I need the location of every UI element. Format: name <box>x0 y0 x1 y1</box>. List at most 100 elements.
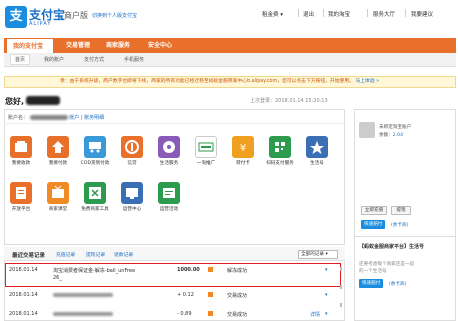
notice-text: 亲：由于系统升级，商户数字台即将下线，商家的所有功能已经迁移至蚂蚁金服商家中心b… <box>60 79 354 84</box>
divider <box>298 9 299 17</box>
star-shortcut[interactable]: 生活号 <box>302 136 332 166</box>
shortcut-label: 生活服务 <box>159 161 179 166</box>
last-login: 上次登录：2018.01.14 15:20:13 <box>250 98 328 104</box>
insured-badge[interactable]: 快速赔付 <box>361 220 386 229</box>
account-detail-link[interactable]: 账务明细 <box>84 115 104 121</box>
scan-service-icon <box>269 136 291 158</box>
shortcut-label: 免费商家工具 <box>81 207 109 212</box>
subnav-home[interactable]: 首页 <box>10 54 31 65</box>
nav-merchant-service[interactable]: 商家服务 <box>106 38 130 53</box>
balance-value: 2.04 <box>392 133 404 138</box>
yuebao-icon: ¥ <box>232 136 254 158</box>
toplink-suggest[interactable]: 我要建议 <box>411 10 433 18</box>
withdraw-button[interactable]: 提现 <box>391 206 411 215</box>
record-filter-select[interactable]: 全部的记录 ▾ <box>298 250 338 259</box>
app-icons-row-2: 开放平台 商家课堂 免费商家工具 运营中心 运营活动 <box>6 182 342 220</box>
trade-date: 2018.01.14 <box>9 267 38 273</box>
trade-date: 2018.01.14 <box>9 292 38 298</box>
subnav-payment-methods[interactable]: 支付方式 <box>84 56 104 63</box>
ad-title[interactable]: 【蚂蚁金服商家平台】生活号 <box>359 243 424 250</box>
shortcut-label: 信贷 <box>127 161 137 166</box>
trade-desc: 淘宝消费者保证金-解冻-ball_unFree <box>53 268 136 274</box>
tab-withdraw[interactable]: 提现记录 <box>86 251 105 258</box>
insured-badge-2[interactable]: 快速赔付 <box>359 279 384 288</box>
nav-security-center[interactable]: 安全中心 <box>148 38 172 53</box>
svg-text:¥: ¥ <box>240 143 246 154</box>
upgrade-notice: 亲：由于系统升级，商户数字台即将下线，商家的所有功能已经迁移至蚂蚁金服商家中心b… <box>4 76 456 88</box>
shortcut-label: 转付卡 <box>236 161 250 166</box>
transfer-icon <box>47 136 69 158</box>
balance-label: 余额： <box>379 133 393 138</box>
trades-header: 最近交易记录 充值记录 提现记录 退款记录 <box>4 247 345 261</box>
open-platform-shortcut[interactable]: 开放平台 <box>6 182 36 212</box>
ops-center-shortcut[interactable]: 运营中心 <box>117 182 147 212</box>
edition-label: 商户版 <box>64 11 88 20</box>
insured-text-2[interactable]: (余卡商) <box>389 281 406 287</box>
trade-desc-2: 26_ <box>53 275 62 281</box>
avatar <box>359 122 375 138</box>
taobao-promo-shortcut[interactable]: 一淘推广 <box>191 136 221 166</box>
shortcut-label: COD货到付款 <box>80 161 110 166</box>
notice-try-link[interactable]: 马上体验 » <box>355 79 379 84</box>
toplink-fee[interactable]: 租金费 ▾ <box>262 10 283 18</box>
trade-status: 交易成功 <box>227 312 248 318</box>
trade-detail-link[interactable]: 详情 <box>310 311 320 318</box>
insured-text[interactable]: (余卡商) <box>391 222 408 228</box>
scan-service-shortcut[interactable]: 扫码支付服务 <box>265 136 295 166</box>
tab-recharge[interactable]: 充值记录 <box>56 251 75 258</box>
life-service-icon <box>158 136 180 158</box>
app-icons-row-1: 我要收款 我要付款 COD货到付款 信贷 生活服务 一淘推广 ¥ 转付卡 扫码支付服务 生活号 <box>6 136 342 174</box>
ad-panel: 【蚂蚁金服商家平台】生活号 还要考虑每个商家还是一段 的一个生活号 快速赔付 (… <box>354 236 456 321</box>
marketing-shortcut[interactable]: 运营活动 <box>154 182 184 212</box>
balance-recharge-shortcut[interactable]: 我要收款 <box>6 136 36 166</box>
toplink-taobao[interactable]: 我的淘宝 <box>328 10 350 18</box>
shortcut-label: 扫码支付服务 <box>266 161 294 166</box>
recharge-button[interactable]: 立即充值 <box>361 206 387 215</box>
cod-icon <box>84 136 106 158</box>
sub-nav: 首页 我的账户 支付方式 手机服务 <box>4 53 456 67</box>
tv-shortcut[interactable]: 商家课堂 <box>43 182 73 212</box>
toplink-service[interactable]: 服务大厅 <box>373 10 395 18</box>
shortcut-label: 商家课堂 <box>48 207 68 212</box>
transfer-shortcut[interactable]: 我要付款 <box>43 136 73 166</box>
alipay-logo-icon: 支 <box>5 6 27 28</box>
row-expand-icon[interactable]: ▾ <box>325 311 328 317</box>
row-expand-icon[interactable]: ▾ <box>325 292 328 298</box>
select-value: 全部的记录 <box>301 252 324 257</box>
toplink-logout[interactable]: 退出 <box>303 10 314 18</box>
greeting: 您好, <box>5 97 25 106</box>
subnav-my-account[interactable]: 我的账户 <box>44 56 64 63</box>
life-service-shortcut[interactable]: 生活服务 <box>154 136 184 166</box>
trade-status: 交易成功 <box>227 293 248 299</box>
separator: | <box>80 115 83 121</box>
row-expand-icon[interactable]: ▾ <box>325 267 328 273</box>
credit-shortcut[interactable]: 信贷 <box>117 136 147 166</box>
free-tool-icon <box>84 182 106 204</box>
nav-trade-management[interactable]: 交易管理 <box>66 38 90 53</box>
shortcut-label: 开放平台 <box>11 207 31 212</box>
nav-my-alipay[interactable]: 我的支付宝 <box>6 38 54 53</box>
shortcut-label: 我要收款 <box>11 161 31 166</box>
trade-amount: 1000.00 <box>177 267 200 273</box>
scrollbar[interactable] <box>337 265 345 319</box>
subnav-mobile-service[interactable]: 手机服务 <box>124 56 144 63</box>
redacted-trade-desc <box>53 293 113 297</box>
shortcut-label: 运营活动 <box>159 207 179 212</box>
free-tool-shortcut[interactable]: 免费商家工具 <box>80 182 110 212</box>
redacted-account <box>29 115 68 120</box>
ad-desc: 的一个生活号 <box>359 269 387 274</box>
trade-amount: - 0.89 <box>177 311 192 317</box>
tab-refund[interactable]: 退款记录 <box>114 251 133 258</box>
redacted-trade-desc <box>53 312 113 316</box>
account-link[interactable]: 账户 <box>69 115 79 121</box>
yuebao-shortcut[interactable]: ¥ 转付卡 <box>228 136 258 166</box>
divider <box>323 9 324 17</box>
switch-personal-link[interactable]: 切换到个人版支付宝 <box>92 12 137 19</box>
bind-status: 未绑定淘宝账户 <box>379 125 412 130</box>
cod-shortcut[interactable]: COD货到付款 <box>80 136 110 166</box>
tab-recent[interactable]: 最近交易记录 <box>12 251 45 259</box>
trade-type-icon <box>208 267 213 272</box>
trade-type-icon <box>208 311 213 316</box>
redacted-username <box>26 96 60 105</box>
balance-recharge-icon <box>10 136 32 158</box>
